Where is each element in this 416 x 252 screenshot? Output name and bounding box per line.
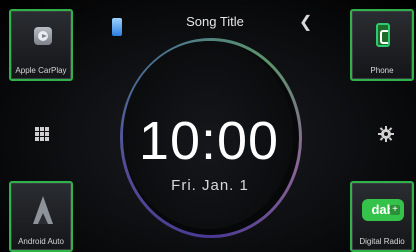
dab-plus-icon: +: [390, 205, 400, 215]
android-auto-tile[interactable]: Android Auto: [9, 181, 73, 252]
apple-carplay-tile[interactable]: Apple CarPlay: [9, 9, 73, 81]
clock-time: 10:00: [138, 111, 280, 171]
digital-radio-tile[interactable]: dab + Digital Radio: [350, 181, 414, 252]
carplay-icon: [34, 27, 52, 45]
clock-date: Fri. Jan. 1: [171, 177, 249, 194]
phone-tile[interactable]: Phone: [350, 9, 414, 81]
song-title[interactable]: Song Title: [160, 14, 270, 29]
grid-icon[interactable]: [35, 127, 49, 141]
apple-carplay-label: Apple CarPlay: [15, 66, 67, 75]
audio-indicator-icon: [112, 18, 122, 36]
phone-label: Phone: [370, 66, 394, 75]
android-auto-label: Android Auto: [18, 237, 64, 246]
digital-radio-label: Digital Radio: [359, 237, 405, 246]
phone-icon: [376, 23, 390, 47]
gear-icon[interactable]: [378, 126, 394, 142]
chevron-left-icon[interactable]: ❮: [299, 12, 312, 32]
home-screen: Apple CarPlay Phone Android Auto dab + D…: [0, 0, 416, 252]
